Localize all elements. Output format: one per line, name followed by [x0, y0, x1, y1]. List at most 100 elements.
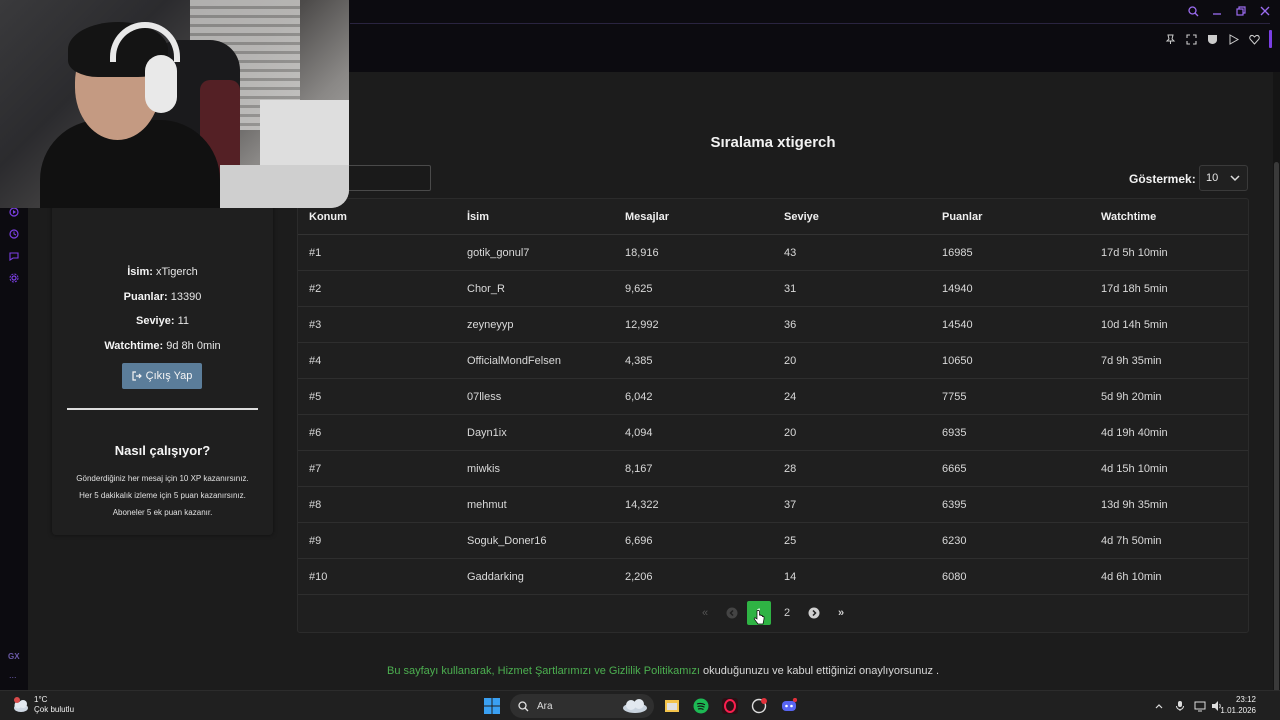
profile-card: İsim: xTigerch Puanlar: 13390 Seviye: 11… [52, 205, 273, 535]
profile-points-label: Puanlar: [123, 291, 168, 303]
cell-level: 43 [784, 247, 797, 259]
close-icon[interactable] [1258, 4, 1272, 18]
search-icon[interactable] [1186, 4, 1200, 18]
col-header-level[interactable]: Seviye [784, 211, 819, 223]
page-size-value: 10 [1206, 172, 1219, 184]
sidebar-toggle[interactable] [1269, 30, 1272, 48]
play-icon[interactable] [1227, 33, 1240, 46]
cell-level: 36 [784, 319, 797, 331]
cell-level: 25 [784, 535, 797, 547]
discord-icon[interactable] [780, 697, 798, 715]
cell-position: #1 [309, 247, 322, 259]
chevron-right-icon [808, 607, 820, 619]
logout-label: Çıkış Yap [145, 370, 193, 382]
col-header-watchtime[interactable]: Watchtime [1101, 211, 1156, 223]
page-2-button[interactable]: 2 [777, 603, 797, 623]
last-page-button[interactable]: » [831, 603, 851, 623]
cell-name: OfficialMondFelsen [467, 355, 561, 367]
settings-icon[interactable] [7, 271, 21, 285]
minimize-icon[interactable] [1210, 4, 1224, 18]
cell-position: #10 [309, 571, 328, 583]
file-explorer-icon[interactable] [663, 697, 681, 715]
history-icon[interactable] [7, 227, 21, 241]
terms-link[interactable]: Bu sayfayı kullanarak, Hizmet Şartlarımı… [387, 665, 700, 677]
cell-messages: 6,696 [625, 535, 653, 547]
cell-watchtime: 7d 9h 35min [1101, 355, 1162, 367]
restore-icon[interactable] [1234, 4, 1248, 18]
table-row: #7 miwkis 8,167 28 6665 4d 15h 10min [298, 451, 1248, 487]
col-header-position[interactable]: Konum [309, 211, 347, 223]
chevron-up-icon[interactable] [1152, 699, 1166, 713]
cell-messages: 18,916 [625, 247, 659, 259]
divider [67, 408, 258, 410]
chevron-down-icon [1230, 175, 1240, 182]
cloud-icon[interactable] [12, 696, 30, 714]
hand-cursor-icon [753, 610, 765, 625]
clock-time[interactable]: 23:12 [1236, 695, 1256, 704]
logout-icon [132, 371, 142, 381]
cam-desk [220, 165, 349, 208]
microphone-icon[interactable] [1173, 699, 1187, 713]
taskbar-search-placeholder: Ara [537, 700, 553, 712]
shield-icon[interactable] [1206, 33, 1219, 46]
prev-page-button[interactable] [722, 603, 742, 623]
col-header-points[interactable]: Puanlar [942, 211, 982, 223]
cell-name: Soguk_Doner16 [467, 535, 547, 547]
cell-points: 7755 [942, 391, 967, 403]
table-row: #1 gotik_gonul7 18,916 43 16985 17d 5h 1… [298, 235, 1248, 271]
windows-start-icon[interactable] [483, 697, 501, 715]
cell-name: 07lless [467, 391, 502, 403]
cell-points: 6935 [942, 427, 967, 439]
table-row: #2 Chor_R 9,625 31 14940 17d 18h 5min [298, 271, 1248, 307]
footer-suffix: okuduğunuzu ve kabul ettiğinizi onaylıyo… [699, 665, 940, 677]
profile-level-value: 11 [174, 315, 189, 327]
table-row: #9 Soguk_Doner16 6,696 25 6230 4d 7h 50m… [298, 523, 1248, 559]
first-page-button[interactable]: « [695, 603, 715, 623]
cell-name: Dayn1ix [467, 427, 507, 439]
cell-level: 14 [784, 571, 797, 583]
cell-watchtime: 4d 6h 10min [1101, 571, 1162, 583]
spotify-icon[interactable] [692, 697, 710, 715]
tab-line [350, 23, 1270, 24]
taskbar-search[interactable]: Ara [510, 694, 654, 718]
cell-points: 16985 [942, 247, 973, 259]
col-header-name[interactable]: İsim [467, 211, 489, 223]
cell-messages: 12,992 [625, 319, 659, 331]
screenshot-icon[interactable] [1185, 33, 1198, 46]
clock-date[interactable]: 1.01.2026 [1220, 706, 1256, 715]
table-row: #8 mehmut 14,322 37 6395 13d 9h 35min [298, 487, 1248, 523]
weather-desc[interactable]: Çok bulutlu [34, 705, 74, 714]
search-icon [518, 700, 529, 711]
cell-messages: 2,206 [625, 571, 653, 583]
app-icon[interactable] [750, 697, 768, 715]
gx-label[interactable]: GX [8, 652, 20, 661]
logout-button[interactable]: Çıkış Yap [122, 363, 202, 389]
taskbar: 1°C Çok bulutlu Ara 23:12 1.01.2026 [0, 690, 1280, 720]
page-title: Sıralama xtigerch [710, 134, 836, 151]
col-header-messages[interactable]: Mesajlar [625, 211, 669, 223]
scrollbar[interactable] [1273, 72, 1280, 720]
sidebar-more-icon[interactable]: ... [9, 670, 17, 680]
network-icon[interactable] [1193, 699, 1207, 713]
table-row: #6 Dayn1ix 4,094 20 6935 4d 19h 40min [298, 415, 1248, 451]
pin-icon[interactable] [1164, 33, 1177, 46]
profile-name-label: İsim: [127, 266, 153, 278]
profile-points: Puanlar: 13390 [52, 291, 273, 303]
cell-watchtime: 17d 5h 10min [1101, 247, 1168, 259]
profile-name-value: xTigerch [152, 266, 198, 278]
scroll-thumb[interactable] [1274, 162, 1279, 720]
cell-position: #2 [309, 283, 322, 295]
next-page-button[interactable] [804, 603, 824, 623]
cell-watchtime: 5d 9h 20min [1101, 391, 1162, 403]
cell-name: Chor_R [467, 283, 505, 295]
messenger-icon[interactable] [7, 249, 21, 263]
weather-temp[interactable]: 1°C [34, 695, 47, 704]
cell-messages: 4,094 [625, 427, 653, 439]
cell-position: #7 [309, 463, 322, 475]
page-size-select[interactable]: 10 [1199, 165, 1248, 191]
cell-messages: 6,042 [625, 391, 653, 403]
cell-level: 37 [784, 499, 797, 511]
heart-icon[interactable] [1248, 33, 1261, 46]
opera-gx-icon[interactable] [721, 697, 739, 715]
how-it-works-title: Nasıl çalışıyor? [114, 443, 211, 458]
